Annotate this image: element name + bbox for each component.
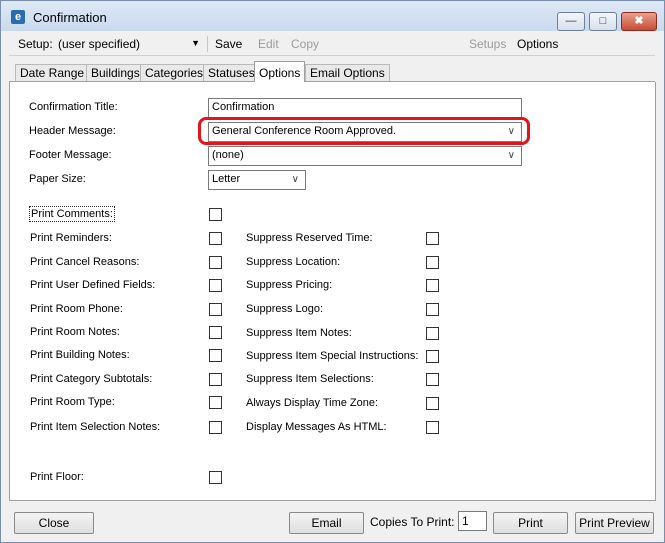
suppress-item-special-instructions-label: Suppress Item Special Instructions: (246, 350, 419, 362)
suppress-logo-checkbox[interactable] (426, 303, 439, 316)
paper-size-dropdown[interactable]: Letter ∨ (208, 170, 306, 190)
close-window-button[interactable]: ✖ (621, 12, 657, 31)
suppress-reserved-time-label: Suppress Reserved Time: (246, 232, 373, 244)
always-display-time-zone-label: Always Display Time Zone: (246, 397, 379, 409)
print-button[interactable]: Print (493, 512, 568, 534)
suppress-item-selections-label: Suppress Item Selections: (246, 373, 374, 385)
tab-categories[interactable]: Categories (140, 64, 209, 81)
print-room-phone-label: Print Room Phone: (30, 303, 123, 315)
confirmation-title-label: Confirmation Title: (29, 101, 118, 113)
always-display-time-zone-checkbox[interactable] (426, 397, 439, 410)
email-button[interactable]: Email (289, 512, 364, 534)
footer-message-label: Footer Message: (29, 149, 112, 161)
print-reminders-checkbox[interactable] (209, 232, 222, 245)
copies-to-print-input[interactable]: 1 (458, 511, 487, 531)
header-message-dropdown[interactable]: General Conference Room Approved. ∨ (208, 122, 522, 142)
print-building-notes-label: Print Building Notes: (30, 349, 130, 361)
suppress-item-notes-checkbox[interactable] (426, 327, 439, 340)
print-reminders-label: Print Reminders: (30, 232, 112, 244)
paper-size-value: Letter (212, 173, 241, 185)
display-messages-as-html-checkbox[interactable] (426, 421, 439, 434)
print-comments-checkbox[interactable] (209, 208, 222, 221)
print-cancel-reasons-checkbox[interactable] (209, 256, 222, 269)
chevron-down-icon: ∨ (507, 150, 515, 161)
confirmation-title-input[interactable]: Confirmation (208, 98, 522, 118)
maximize-button[interactable]: □ (589, 12, 617, 31)
suppress-pricing-checkbox[interactable] (426, 279, 439, 292)
setup-label: Setup: (18, 37, 53, 51)
tab-statuses[interactable]: Statuses (203, 64, 260, 81)
copies-to-print-label: Copies To Print: (370, 515, 455, 529)
suppress-pricing-label: Suppress Pricing: (246, 279, 333, 291)
print-user-defined-fields-checkbox[interactable] (209, 279, 222, 292)
toolbar-separator (207, 36, 208, 52)
print-category-subtotals-label: Print Category Subtotals: (30, 373, 153, 385)
print-preview-button[interactable]: Print Preview (575, 512, 654, 534)
save-button[interactable]: Save (215, 37, 242, 51)
footer-message-dropdown[interactable]: (none) ∨ (208, 146, 522, 166)
chevron-down-icon: ▼ (191, 38, 200, 48)
print-building-notes-checkbox[interactable] (209, 349, 222, 362)
tab-email-options[interactable]: Email Options (305, 64, 390, 81)
tab-date-range[interactable]: Date Range (15, 64, 90, 81)
tab-options[interactable]: Options (254, 61, 306, 82)
header-message-value: General Conference Room Approved. (212, 125, 397, 137)
print-room-notes-label: Print Room Notes: (30, 326, 120, 338)
print-room-notes-checkbox[interactable] (209, 326, 222, 339)
print-user-defined-fields-label: Print User Defined Fields: (30, 279, 156, 291)
print-cancel-reasons-label: Print Cancel Reasons: (30, 256, 140, 268)
close-button[interactable]: Close (14, 512, 94, 534)
confirmation-title-value: Confirmation (212, 101, 275, 113)
print-item-selection-notes-checkbox[interactable] (209, 421, 222, 434)
edit-button[interactable]: Edit (258, 37, 279, 51)
setup-value: (user specified) (58, 37, 141, 51)
options-button[interactable]: Options (517, 37, 558, 51)
print-room-type-label: Print Room Type: (30, 396, 115, 408)
display-messages-as-html-label: Display Messages As HTML: (246, 421, 387, 433)
chevron-down-icon: ∨ (507, 126, 515, 137)
paper-size-label: Paper Size: (29, 173, 86, 185)
options-panel (9, 82, 656, 501)
suppress-item-notes-label: Suppress Item Notes: (246, 327, 352, 339)
tab-buildings[interactable]: Buildings (86, 64, 145, 81)
suppress-item-special-instructions-checkbox[interactable] (426, 350, 439, 363)
chevron-down-icon: ∨ (291, 174, 299, 185)
minimize-button[interactable]: — (557, 12, 585, 31)
print-room-type-checkbox[interactable] (209, 396, 222, 409)
title-bar: e Confirmation — □ ✖ (1, 1, 664, 31)
footer-message-value: (none) (212, 149, 244, 161)
setup-dropdown[interactable]: (user specified) ▼ (54, 35, 204, 53)
print-category-subtotals-checkbox[interactable] (209, 373, 222, 386)
suppress-reserved-time-checkbox[interactable] (426, 232, 439, 245)
window-title: Confirmation (33, 10, 107, 25)
copy-button[interactable]: Copy (291, 37, 319, 51)
suppress-logo-label: Suppress Logo: (246, 303, 324, 315)
print-room-phone-checkbox[interactable] (209, 303, 222, 316)
copies-to-print-value: 1 (462, 514, 469, 528)
suppress-location-label: Suppress Location: (246, 256, 341, 268)
print-floor-label: Print Floor: (30, 471, 84, 483)
setups-button[interactable]: Setups (469, 37, 506, 51)
print-comments-label: Print Comments: (29, 206, 115, 222)
suppress-location-checkbox[interactable] (426, 256, 439, 269)
suppress-item-selections-checkbox[interactable] (426, 373, 439, 386)
header-message-label: Header Message: (29, 125, 116, 137)
app-icon: e (11, 10, 25, 24)
print-floor-checkbox[interactable] (209, 471, 222, 484)
toolbar-divider (9, 55, 655, 56)
print-item-selection-notes-label: Print Item Selection Notes: (30, 421, 161, 433)
